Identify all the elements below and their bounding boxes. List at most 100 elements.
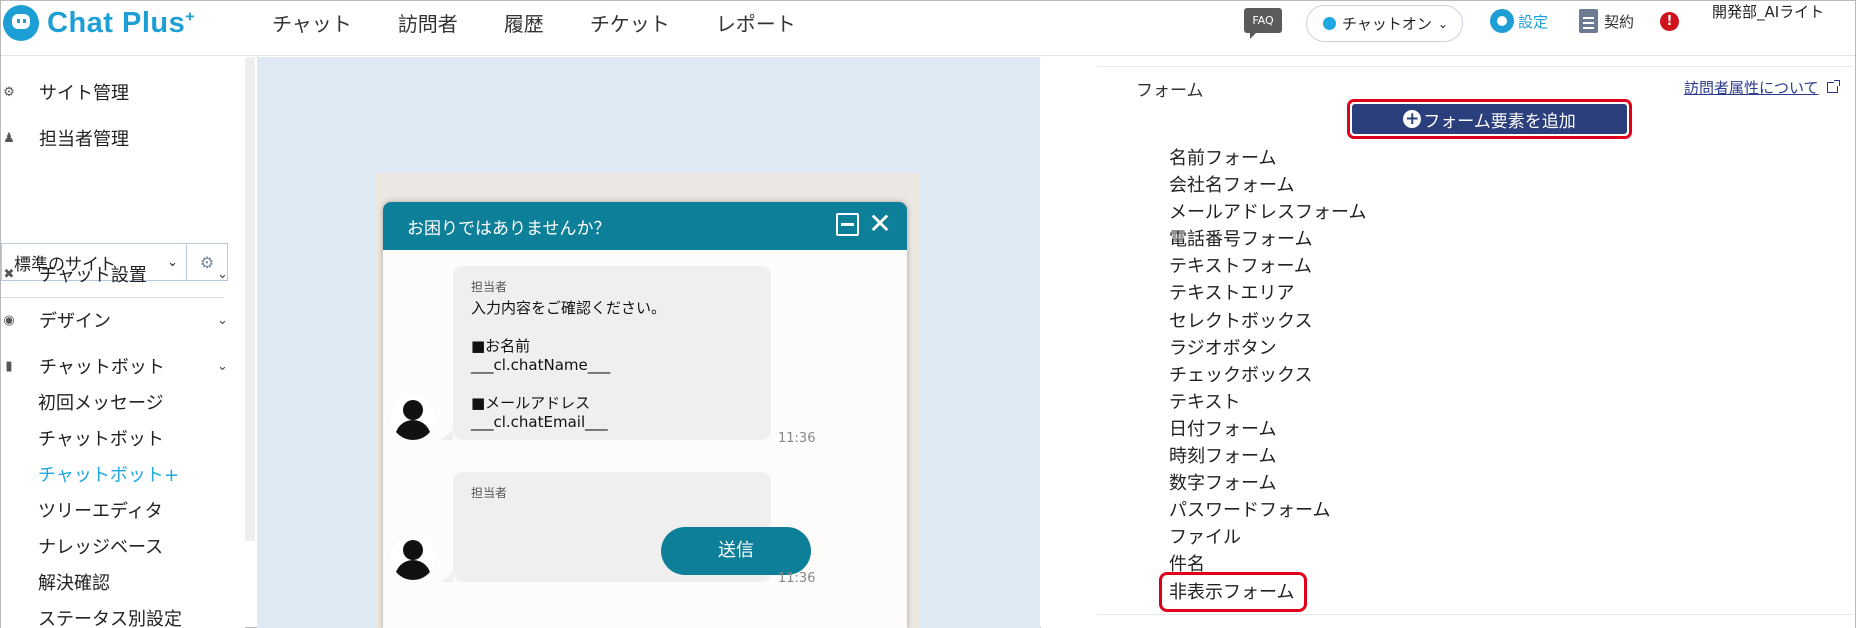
sidebar-subitem-chatbot-plus[interactable]: チャットボット+ xyxy=(38,461,179,487)
chat-plus-logo[interactable]: Chat Plus+ xyxy=(3,3,195,43)
palette-icon: ◉ xyxy=(3,312,15,328)
operator-avatar xyxy=(391,536,435,580)
form-option-name[interactable]: 名前フォーム xyxy=(1169,145,1366,172)
sidebar-divider xyxy=(1,297,223,298)
message-sender: 担当者 xyxy=(471,280,508,294)
external-link-icon xyxy=(1826,80,1840,93)
nav-reports[interactable]: レポート xyxy=(716,8,796,37)
form-element-list: 名前フォーム 会社名フォーム メールアドレスフォーム 電話番号フォーム テキスト… xyxy=(1169,145,1366,606)
nav-history[interactable]: 履歴 xyxy=(504,8,544,37)
nav-tickets[interactable]: チケット xyxy=(590,8,670,37)
nav-visitors[interactable]: 訪問者 xyxy=(398,8,458,37)
message-line: ■お名前 xyxy=(471,337,531,355)
form-option-number[interactable]: 数字フォーム xyxy=(1169,470,1366,497)
message-timestamp: 11:36 xyxy=(778,431,816,446)
sidebar-subitem-first-message[interactable]: 初回メッセージ xyxy=(38,389,164,415)
settings-label: 設定 xyxy=(1518,12,1549,31)
message-line: ■メールアドレス xyxy=(471,394,591,412)
chat-widget-preview: お困りではありませんか？ ✕ 担当者 入力内容をご確認ください。 ■お名前 __… xyxy=(383,202,907,628)
add-form-element-label: フォーム要素を追加 xyxy=(1423,111,1576,132)
form-option-time[interactable]: 時刻フォーム xyxy=(1169,443,1366,470)
settings-link[interactable]: 設定 xyxy=(1490,9,1548,33)
chat-message-bubble: 担当者 入力内容をご確認ください。 ■お名前 ___cl.chatName___… xyxy=(453,266,771,440)
form-option-select[interactable]: セレクトボックス xyxy=(1169,308,1366,335)
bubble-tail xyxy=(441,572,453,582)
contract-link[interactable]: 契約 xyxy=(1579,9,1634,33)
chat-icon: ▮ xyxy=(5,358,13,374)
sidebar-scrollbar[interactable] xyxy=(245,57,255,541)
sidebar-item-design[interactable]: ◉ デザイン ⌄ xyxy=(1,307,228,333)
form-option-text[interactable]: テキスト xyxy=(1169,389,1366,416)
hidden-form-highlight xyxy=(1159,572,1307,612)
sidebar-item-site-management[interactable]: ⚙ サイト管理 xyxy=(1,79,129,105)
chat-bubble-logo-icon xyxy=(3,5,39,41)
close-icon[interactable]: ✕ xyxy=(868,208,892,240)
form-option-file[interactable]: ファイル xyxy=(1169,524,1366,551)
sidebar-item-label: サイト管理 xyxy=(39,83,129,104)
chat-message-bubble: 担当者 送信 xyxy=(453,472,811,582)
faq-icon[interactable]: FAQ xyxy=(1244,8,1282,39)
left-sidebar: ⚙ サイト管理 ♟ 担当者管理 標準のサイト ⌄ ⚙ ✖ チャット設置 ⌄ ◉ … xyxy=(1,57,245,628)
send-button[interactable]: 送信 xyxy=(661,527,811,575)
chevron-down-icon: ⌄ xyxy=(1437,16,1448,31)
chat-status-label: チャットオン xyxy=(1342,15,1432,33)
form-option-phone[interactable]: 電話番号フォーム xyxy=(1169,226,1366,253)
visitor-attributes-link-label: 訪問者属性について xyxy=(1684,79,1819,97)
chevron-down-icon: ⌄ xyxy=(217,358,228,374)
sidebar-subitem-status-settings[interactable]: ステータス別設定 xyxy=(38,605,182,628)
widget-header: お困りではありませんか？ ✕ xyxy=(383,202,907,250)
sidebar-item-chatbot[interactable]: ▮ チャットボット ⌄ xyxy=(1,353,227,379)
sidebar-item-label: デザイン xyxy=(39,311,111,332)
logo-text: Chat Plus+ xyxy=(47,6,196,39)
user-account-name[interactable]: 開発部_AIライト xyxy=(1712,1,1832,23)
message-line: ___cl.chatEmail___ xyxy=(471,413,608,431)
sidebar-item-label: チャット設置 xyxy=(39,265,147,286)
plus-circle-icon: + xyxy=(1403,109,1422,129)
form-settings-panel: フォーム 訪問者属性について + フォーム要素を追加 名前フォーム 会社名フォー… xyxy=(1041,57,1855,628)
panel-divider xyxy=(1097,614,1853,615)
message-timestamp: 11:36 xyxy=(778,571,816,586)
form-option-text-input[interactable]: テキストフォーム xyxy=(1169,253,1366,280)
sidebar-subitem-chatbot[interactable]: チャットボット xyxy=(38,425,164,451)
message-line: ___cl.chatName___ xyxy=(471,356,611,374)
form-option-company[interactable]: 会社名フォーム xyxy=(1169,172,1366,199)
chevron-down-icon: ⌄ xyxy=(217,266,228,282)
contract-label: 契約 xyxy=(1604,12,1635,31)
users-gear-icon: ♟ xyxy=(3,130,15,146)
form-option-password[interactable]: パスワードフォーム xyxy=(1169,497,1366,524)
message-sender: 担当者 xyxy=(471,486,508,500)
message-line xyxy=(471,375,753,394)
nav-chat[interactable]: チャット xyxy=(272,8,352,37)
panel-divider xyxy=(1097,66,1853,67)
sidebar-item-chat-install[interactable]: ✖ チャット設置 ⌄ xyxy=(1,261,228,287)
message-line xyxy=(471,318,753,337)
add-form-element-button-body: + フォーム要素を追加 xyxy=(1352,104,1627,134)
sidebar-subitem-resolution-check[interactable]: 解決確認 xyxy=(38,569,110,595)
gears-icon: ⚙ xyxy=(3,84,15,100)
form-section-label: フォーム xyxy=(1136,81,1204,101)
chevron-down-icon: ⌄ xyxy=(167,254,178,270)
chevron-down-icon: ⌄ xyxy=(217,312,228,328)
form-option-date[interactable]: 日付フォーム xyxy=(1169,416,1366,443)
alert-icon[interactable]: ! xyxy=(1660,12,1679,31)
chat-status-toggle[interactable]: チャットオン ⌄ xyxy=(1306,5,1463,42)
sidebar-subitem-knowledge-base[interactable]: ナレッジベース xyxy=(38,533,163,559)
sidebar-item-staff-management[interactable]: ♟ 担当者管理 xyxy=(1,125,129,151)
visitor-attributes-link[interactable]: 訪問者属性について xyxy=(1684,77,1840,98)
widget-title: お困りではありませんか？ xyxy=(407,219,611,239)
tools-icon: ✖ xyxy=(3,266,15,282)
form-option-radio[interactable]: ラジオボタン xyxy=(1169,335,1366,362)
gear-icon xyxy=(1490,9,1514,33)
message-line: 入力内容をご確認ください。 xyxy=(471,299,667,317)
document-icon xyxy=(1579,9,1598,33)
add-form-element-button[interactable]: + フォーム要素を追加 xyxy=(1347,99,1632,139)
form-option-checkbox[interactable]: チェックボックス xyxy=(1169,362,1366,389)
form-option-email[interactable]: メールアドレスフォーム xyxy=(1169,199,1366,226)
bubble-tail xyxy=(441,430,453,440)
status-dot-icon xyxy=(1323,17,1336,30)
minimize-icon[interactable] xyxy=(836,213,859,236)
main-nav: チャット 訪問者 履歴 チケット レポート xyxy=(272,1,842,43)
form-option-textarea[interactable]: テキストエリア xyxy=(1169,280,1366,307)
operator-avatar xyxy=(391,396,435,440)
sidebar-subitem-tree-editor[interactable]: ツリーエディタ xyxy=(38,497,163,523)
